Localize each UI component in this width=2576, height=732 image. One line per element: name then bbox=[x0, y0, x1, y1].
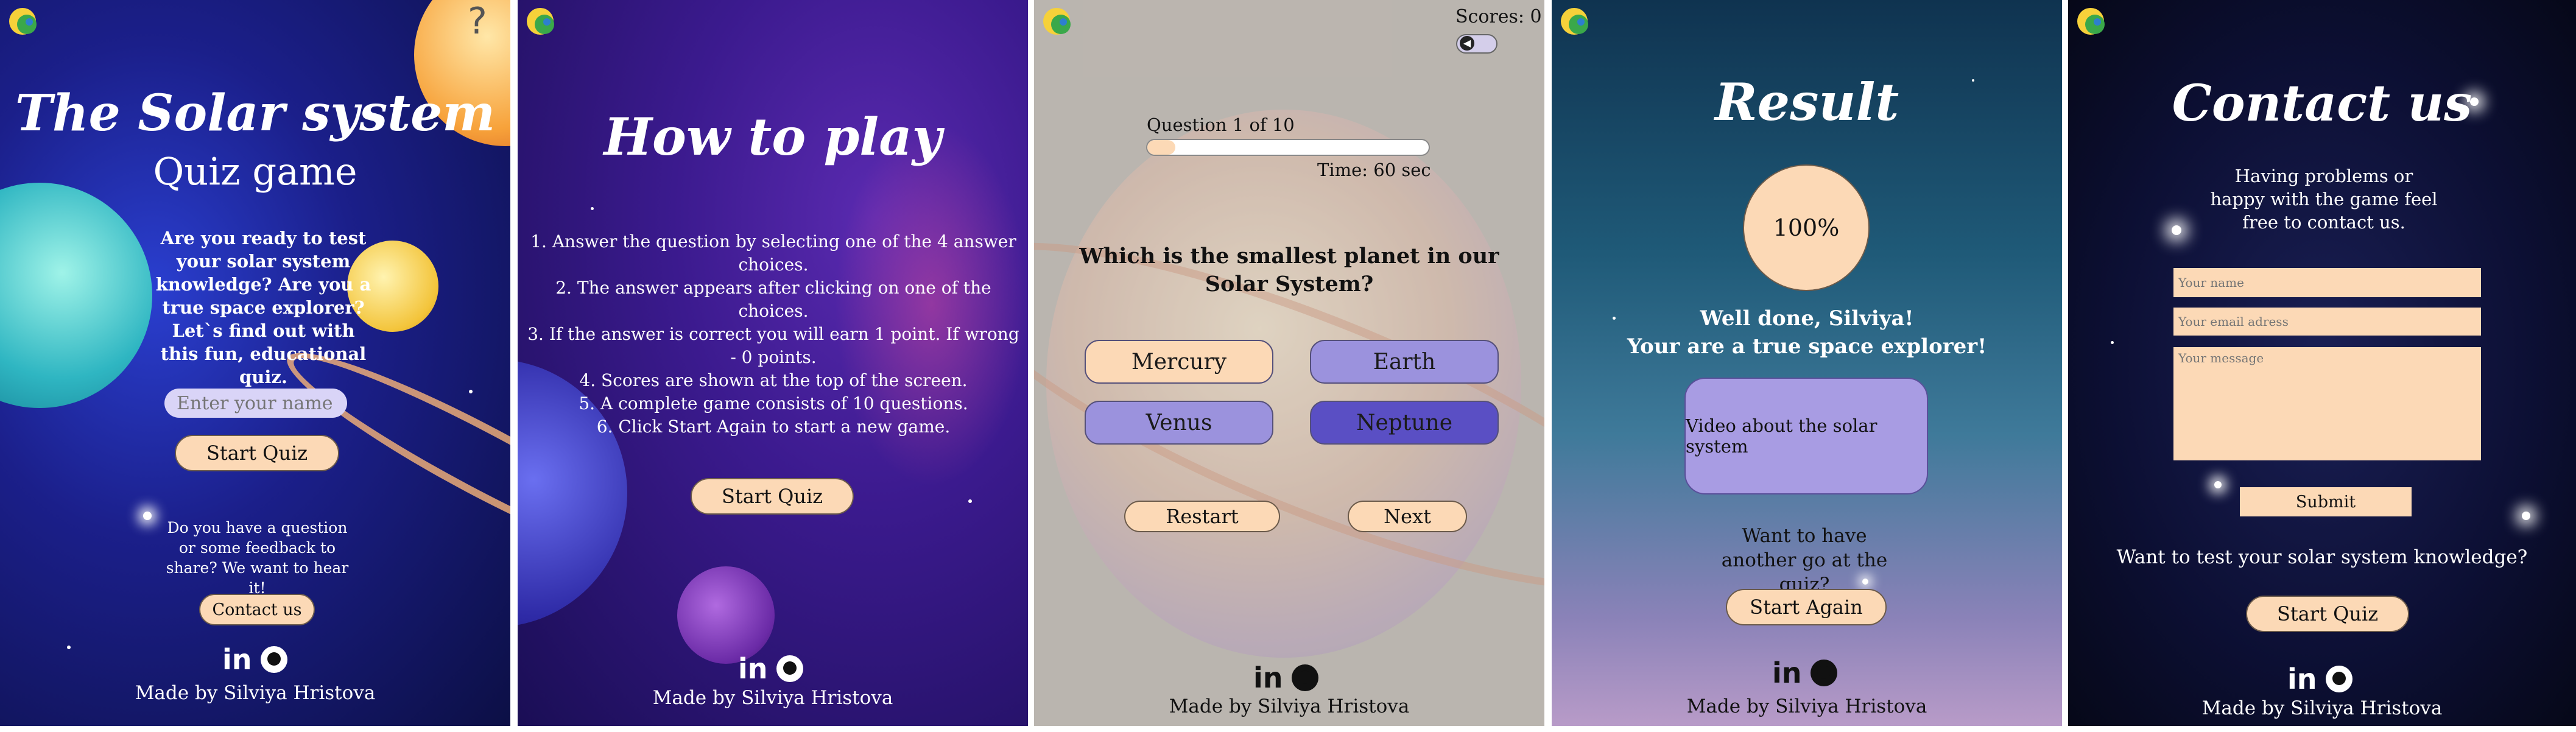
star bbox=[469, 390, 473, 393]
message-field[interactable] bbox=[2173, 347, 2481, 460]
submit-button[interactable]: Submit bbox=[2240, 487, 2412, 516]
progress-bar bbox=[1146, 139, 1430, 156]
star bbox=[591, 207, 594, 210]
start-quiz-button[interactable]: Start Quiz bbox=[691, 478, 854, 515]
timer-label: Time: 60 sec bbox=[1317, 160, 1431, 180]
sound-toggle[interactable]: ◀ bbox=[1456, 34, 1497, 54]
email-field[interactable] bbox=[2173, 308, 2481, 336]
linkedin-icon[interactable]: in bbox=[2287, 665, 2317, 693]
earth-logo-icon[interactable] bbox=[1555, 2, 1593, 40]
footer-credit: Made by Silviya Hristova bbox=[1686, 695, 1927, 717]
video-link-label: Video about the solar system bbox=[1686, 415, 1877, 457]
teal-planet-image bbox=[0, 183, 152, 408]
answer-option[interactable]: Earth bbox=[1310, 340, 1499, 384]
name-input[interactable] bbox=[164, 389, 347, 418]
page-title: Contact us bbox=[2172, 74, 2472, 133]
contact-screen: Contact us Having problems or happy with… bbox=[2068, 0, 2576, 726]
how-to-play-screen: How to play 1. Answer the question by se… bbox=[518, 0, 1028, 726]
github-icon[interactable] bbox=[2325, 666, 2353, 692]
footer-credit: Made by Silviya Hristova bbox=[652, 687, 893, 709]
result-message-line: Your are a true space explorer! bbox=[1627, 334, 1987, 359]
help-icon[interactable]: ? bbox=[468, 0, 487, 43]
footer-credit: Made by Silviya Hristova bbox=[135, 682, 376, 704]
rules-list: 1. Answer the question by selecting one … bbox=[524, 230, 1023, 438]
page-title: The Solar system bbox=[15, 84, 496, 143]
start-screen: ? The Solar system Quiz game Are you rea… bbox=[0, 0, 510, 726]
quiz-screen: Scores: 0 ◀ Question 1 of 10 Time: 60 se… bbox=[1034, 0, 1544, 726]
scores-label: Scores: 0 bbox=[1455, 6, 1542, 27]
submit-label: Submit bbox=[2295, 492, 2356, 512]
answer-option[interactable]: Neptune bbox=[1310, 401, 1499, 445]
earth-logo-icon[interactable] bbox=[4, 2, 41, 40]
progress-fill bbox=[1147, 140, 1176, 155]
linkedin-icon[interactable]: in bbox=[1772, 659, 1802, 687]
linkedin-icon[interactable]: in bbox=[738, 655, 768, 683]
star bbox=[143, 512, 152, 520]
rule-item: 2. The answer appears after clicking on … bbox=[555, 278, 991, 321]
restart-button[interactable]: Restart bbox=[1124, 501, 1280, 532]
start-quiz-button[interactable]: Start Quiz bbox=[175, 435, 339, 471]
earth-logo-icon[interactable] bbox=[521, 2, 559, 40]
answer-option[interactable]: Mercury bbox=[1085, 340, 1273, 384]
social-links: in bbox=[1772, 659, 1837, 687]
linkedin-icon[interactable]: in bbox=[1253, 664, 1283, 692]
answer-option[interactable]: Venus bbox=[1085, 401, 1273, 445]
contact-intro: Having problems or happy with the game f… bbox=[2210, 166, 2438, 233]
feedback-text: Do you have a question or some feedback … bbox=[166, 519, 349, 597]
linkedin-icon[interactable]: in bbox=[222, 646, 252, 674]
star bbox=[2522, 512, 2530, 520]
github-icon[interactable] bbox=[1291, 664, 1318, 691]
page-title: Result bbox=[1714, 72, 1899, 132]
purple-planet-image bbox=[677, 566, 775, 664]
rule-item: 3. If the answer is correct you will ear… bbox=[527, 324, 1019, 367]
social-links: in bbox=[1253, 664, 1318, 692]
rule-item: 6. Click Start Again to start a new game… bbox=[596, 417, 951, 437]
intro-text: Are you ready to test your solar system … bbox=[155, 228, 371, 387]
footer-credit: Made by Silviya Hristova bbox=[2201, 697, 2443, 719]
result-screen: Result 100% Well done, Silviya! Your are… bbox=[1552, 0, 2062, 726]
video-link-button[interactable]: Video about the solar system bbox=[1684, 378, 1928, 494]
earth-logo-icon[interactable] bbox=[1038, 2, 1075, 40]
star bbox=[2172, 225, 2181, 235]
contact-us-button[interactable]: Contact us bbox=[199, 594, 315, 625]
star bbox=[2111, 341, 2114, 344]
github-icon[interactable] bbox=[1810, 660, 1837, 686]
star bbox=[2214, 481, 2222, 488]
github-icon[interactable] bbox=[776, 655, 803, 682]
social-links: in bbox=[738, 655, 803, 683]
question-counter: Question 1 of 10 bbox=[1147, 114, 1295, 135]
next-button[interactable]: Next bbox=[1348, 501, 1467, 532]
rule-item: 5. A complete game consists of 10 questi… bbox=[579, 393, 968, 414]
social-links: in bbox=[222, 646, 287, 674]
start-again-button[interactable]: Start Again bbox=[1726, 589, 1887, 625]
name-field[interactable] bbox=[2173, 268, 2481, 297]
result-message-line: Well done, Silviya! bbox=[1700, 306, 1914, 331]
rule-item: 1. Answer the question by selecting one … bbox=[530, 231, 1016, 275]
star bbox=[67, 646, 71, 649]
footer-credit: Made by Silviya Hristova bbox=[1169, 695, 1410, 717]
score-circle: 100% bbox=[1743, 164, 1870, 291]
question-text: Which is the smallest planet in our Sola… bbox=[1079, 244, 1499, 297]
page-title: How to play bbox=[604, 107, 942, 167]
earth-logo-icon[interactable] bbox=[2072, 2, 2110, 40]
rule-item: 4. Scores are shown at the top of the sc… bbox=[579, 370, 968, 390]
social-links: in bbox=[2287, 665, 2353, 693]
speaker-icon: ◀ bbox=[1460, 36, 1474, 51]
result-message: Well done, Silviya! Your are a true spac… bbox=[1552, 304, 2062, 361]
page-subtitle: Quiz game bbox=[153, 149, 357, 194]
star bbox=[968, 499, 972, 503]
start-quiz-button[interactable]: Start Quiz bbox=[2246, 596, 2409, 632]
score-percent: 100% bbox=[1773, 214, 1840, 241]
github-icon[interactable] bbox=[260, 646, 287, 673]
again-text: Want to have another go at the quiz? bbox=[1721, 525, 1888, 596]
test-text: Want to test your solar system knowledge… bbox=[2116, 546, 2528, 568]
